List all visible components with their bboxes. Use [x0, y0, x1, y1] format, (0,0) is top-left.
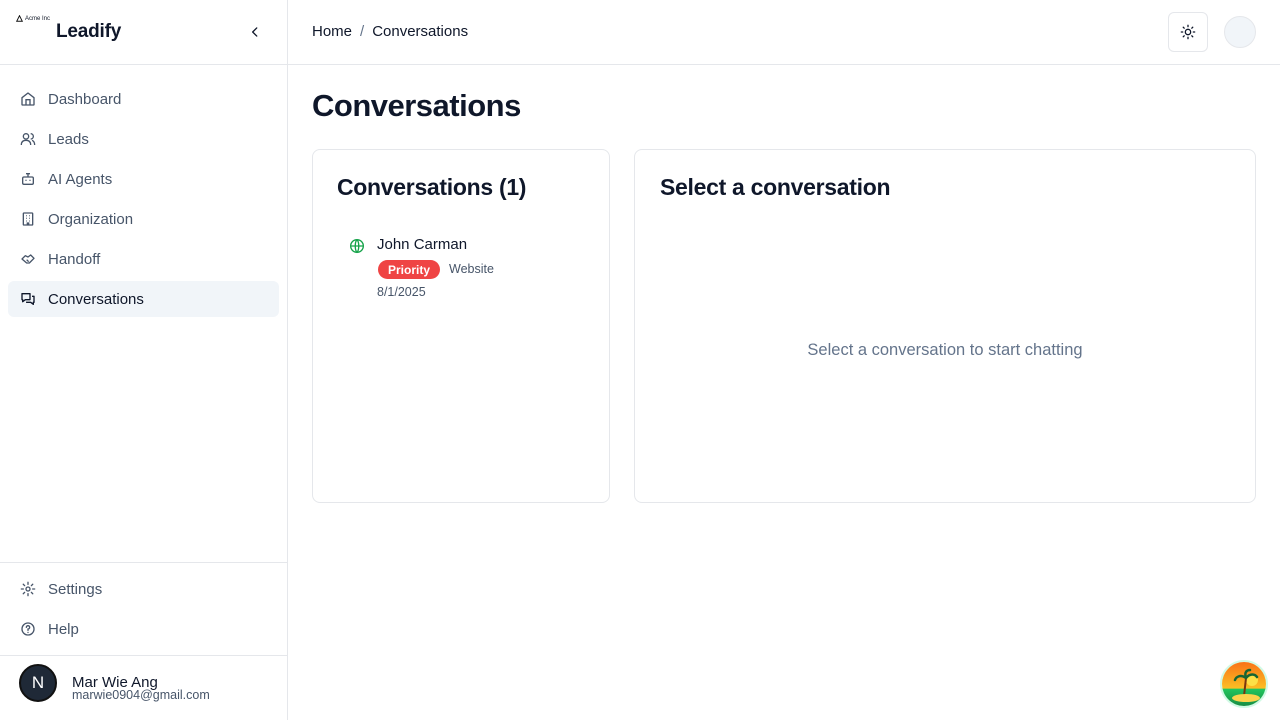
- messages-icon: [21, 293, 35, 305]
- floating-assistant-button[interactable]: [1220, 660, 1268, 708]
- brand-header: Acme Inc Leadify: [0, 0, 287, 65]
- avatar-initial: N: [31, 673, 45, 692]
- breadcrumb-home[interactable]: Home: [312, 23, 352, 40]
- sidebar-item-label: Help: [48, 620, 79, 638]
- sidebar-item-label: Organization: [48, 210, 134, 228]
- sidebar-bottom-nav: Settings Help: [0, 562, 287, 651]
- sidebar-item-organization[interactable]: Organization: [8, 201, 279, 237]
- empty-state-message: Select a conversation to start chatting: [807, 341, 1083, 359]
- users-icon: [20, 133, 36, 146]
- sidebar-item-label: Handoff: [48, 250, 101, 268]
- sidebar-item-handoff[interactable]: Handoff: [8, 241, 279, 277]
- sidebar-nav: Dashboard Leads AI Agents Organization H…: [8, 81, 279, 321]
- company-logo: Acme Inc: [16, 15, 50, 22]
- island-icon: [1222, 662, 1266, 706]
- logo-icon: [16, 15, 23, 22]
- avatar[interactable]: N: [19, 664, 57, 702]
- sidebar-item-ai-agents[interactable]: AI Agents: [8, 161, 279, 197]
- bot-icon: [22, 173, 34, 185]
- sun-icon: [1180, 24, 1196, 40]
- conversation-list-card: Conversations (1) John Carman Priority W…: [312, 149, 610, 503]
- help-circle-icon: [21, 622, 35, 636]
- sidebar-item-leads[interactable]: Leads: [8, 121, 279, 157]
- globe-icon: [350, 239, 364, 254]
- conversation-detail-title: Select a conversation: [660, 174, 891, 200]
- header-avatar[interactable]: [1224, 16, 1256, 48]
- breadcrumb-separator: /: [360, 23, 365, 40]
- top-bar: Home / Conversations: [288, 0, 1280, 65]
- conversation-date: 8/1/2025: [377, 285, 426, 299]
- sidebar-item-label: Dashboard: [48, 90, 122, 108]
- home-icon: [21, 92, 35, 106]
- sidebar-item-conversations[interactable]: Conversations: [8, 281, 279, 317]
- sidebar-item-settings[interactable]: Settings: [8, 571, 279, 607]
- conversation-detail-card: Select a conversation Select a conversat…: [634, 149, 1256, 503]
- user-email: marwie0904@gmail.com: [72, 688, 210, 702]
- breadcrumb: Home / Conversations: [312, 23, 468, 40]
- conversation-contact-name: John Carman: [377, 236, 468, 253]
- sidebar: Acme Inc Leadify Dashboard Leads AI Agen…: [0, 0, 288, 720]
- building-icon: [22, 212, 34, 226]
- conversation-source: Website: [449, 262, 494, 276]
- app-name: Leadify: [56, 21, 122, 42]
- gear-icon: [20, 581, 36, 597]
- theme-toggle-button[interactable]: [1168, 12, 1208, 52]
- sidebar-item-label: Conversations: [48, 290, 144, 308]
- sidebar-item-label: Leads: [48, 130, 89, 148]
- sidebar-item-label: AI Agents: [48, 170, 113, 188]
- collapse-sidebar-button[interactable]: [243, 20, 267, 44]
- conversation-list-item[interactable]: John Carman Priority Website 8/1/2025: [337, 226, 587, 306]
- company-name: Acme Inc: [25, 15, 51, 22]
- breadcrumb-current: Conversations: [372, 23, 469, 40]
- conversation-list-title: Conversations (1): [337, 174, 527, 200]
- sidebar-item-help[interactable]: Help: [8, 611, 279, 647]
- page-title: Conversations: [312, 88, 521, 123]
- handshake-icon: [21, 254, 35, 264]
- sidebar-item-dashboard[interactable]: Dashboard: [8, 81, 279, 117]
- sidebar-item-label: Settings: [48, 580, 103, 598]
- chevron-left-icon: [252, 27, 258, 37]
- priority-badge: Priority: [378, 260, 441, 279]
